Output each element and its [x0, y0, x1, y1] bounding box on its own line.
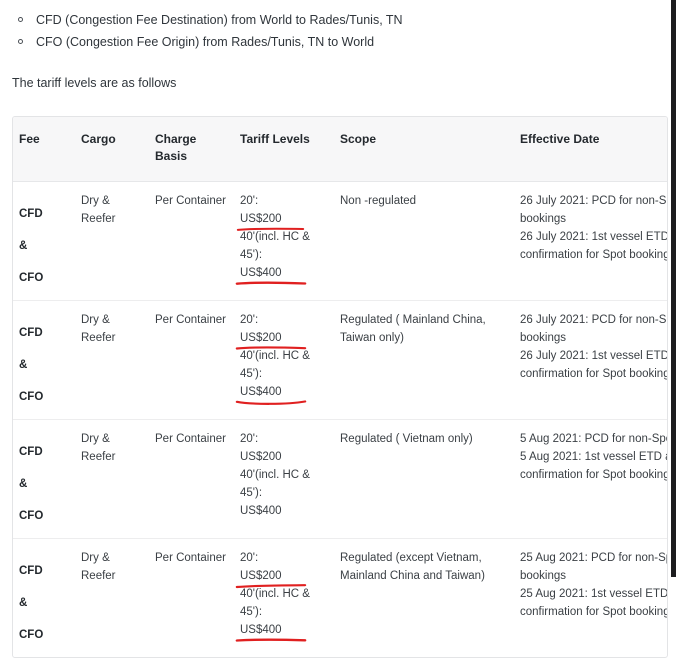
effective-date-line-2: 5 Aug 2021: 1st vessel ETD at booking co…: [520, 451, 667, 481]
table-body: CFD & CFO Dry & Reefer Per Container 20'…: [13, 182, 668, 657]
tariff-40ft-label: 40'(incl. HC & 45'):: [240, 231, 310, 261]
tariff-40ft-value: US$400: [240, 624, 282, 636]
column-header-effective-date: Effective Date: [514, 117, 667, 182]
cell-charge-basis: Per Container: [155, 195, 226, 207]
effective-date-line-1: 5 Aug 2021: PCD for non-Spot bookings: [520, 433, 667, 445]
document-page: CFD (Congestion Fee Destination) from Wo…: [0, 0, 670, 658]
cell-tariff-levels: 20': US$200 40'(incl. HC & 45'): US$400: [234, 419, 334, 539]
red-underline-annotation: [235, 638, 307, 643]
fee-code-primary: CFD: [19, 565, 43, 577]
tariff-40ft-label: 40'(incl. HC & 45'):: [240, 350, 310, 380]
cell-fee: CFD & CFO: [13, 300, 75, 420]
list-item: CFD (Congestion Fee Destination) from Wo…: [0, 9, 670, 31]
red-underline-annotation: [235, 281, 307, 286]
cell-scope: Non -regulated: [340, 195, 417, 207]
tariff-20ft-value-annotated: US$200: [235, 567, 307, 589]
fee-code-conjunction: &: [19, 240, 28, 252]
tariff-20ft-label: 20':: [240, 433, 259, 445]
fee-code-secondary: CFO: [19, 391, 44, 403]
effective-date-line-1: 25 Aug 2021: PCD for non-Spot bookings: [520, 552, 668, 582]
fee-code-conjunction: &: [19, 359, 28, 371]
column-header-fee: Fee: [13, 117, 75, 182]
column-header-charge-basis: Charge Basis: [149, 117, 234, 182]
tariff-20ft-value: US$200: [240, 570, 282, 582]
cell-effective-date: 5 Aug 2021: PCD for non-Spot bookings 5 …: [514, 419, 667, 539]
tariff-40ft-value: US$400: [240, 386, 282, 398]
effective-date-line-1: 26 July 2021: PCD for non-Spot bookings: [520, 314, 668, 344]
cell-scope: Regulated (except Vietnam, Mainland Chin…: [334, 538, 514, 657]
cell-charge-basis: Per Container: [149, 538, 234, 657]
cell-scope: Regulated ( Vietnam only): [334, 419, 514, 539]
tariff-40ft-value: US$400: [240, 267, 282, 279]
table-row: CFD & CFO Dry & Reefer Per Container 20'…: [13, 182, 668, 301]
cell-cargo: Dry & Reefer: [81, 195, 116, 225]
tariff-20ft-label: 20':: [240, 195, 259, 207]
effective-date-line-2: 26 July 2021: 1st vessel ETD at booking …: [520, 231, 668, 261]
table-row: CFD & CFO Dry & Reefer Per Container 20'…: [13, 419, 667, 539]
cell-fee: CFD & CFO: [13, 182, 75, 301]
tariff-40ft-value-annotated: US$400: [235, 621, 307, 642]
tariff-40ft-label: 40'(incl. HC & 45'):: [240, 469, 310, 499]
effective-date-line-1: 26 July 2021: PCD for non-Spot bookings: [520, 195, 668, 225]
tariff-20ft-value: US$200: [240, 451, 282, 463]
fee-code-conjunction: &: [19, 597, 28, 609]
lead-paragraph: The tariff levels are as follows: [12, 76, 177, 90]
fee-definition-list: CFD (Congestion Fee Destination) from Wo…: [0, 0, 670, 53]
cell-fee: CFD & CFO: [13, 538, 75, 657]
tariff-40ft-value-annotated: US$400: [235, 264, 307, 285]
tariff-20ft-value: US$200: [240, 332, 282, 344]
tariff-table: Fee Cargo Charge Basis Tariff Levels Sco…: [13, 117, 668, 657]
column-header-scope: Scope: [334, 117, 514, 182]
table-row: CFD & CFO Dry & Reefer Per Container 20'…: [13, 538, 668, 657]
tariff-20ft-value: US$200: [240, 213, 282, 225]
effective-date-line-2: 26 July 2021: 1st vessel ETD at booking …: [520, 350, 668, 380]
tariff-40ft-label: 40'(incl. HC & 45'):: [240, 588, 310, 618]
list-item-label: CFO (Congestion Fee Origin) from Rades/T…: [36, 35, 375, 49]
effective-date-line-2: 25 Aug 2021: 1st vessel ETD at booking c…: [520, 588, 668, 618]
fee-code-primary: CFD: [19, 208, 43, 220]
bullet-circle-icon: [18, 39, 23, 44]
fee-code-conjunction: &: [19, 478, 28, 490]
cell-cargo: Dry & Reefer: [75, 300, 149, 420]
cell-fee: CFD & CFO: [13, 419, 75, 539]
column-header-cargo: Cargo: [75, 117, 149, 182]
cell-tariff-levels: 20': US$200 40'(incl. HC & 45'): US$400: [234, 538, 334, 657]
table-header-row: Fee Cargo Charge Basis Tariff Levels Sco…: [13, 117, 667, 182]
tariff-20ft-label: 20':: [240, 314, 259, 326]
list-item-label: CFD (Congestion Fee Destination) from Wo…: [36, 13, 403, 27]
cell-tariff-levels: 20': US$200 40'(incl. HC & 45'): US$400: [234, 300, 334, 420]
table-row: CFD & CFO Dry & Reefer Per Container 20'…: [13, 300, 668, 420]
table-header: Fee Cargo Charge Basis Tariff Levels Sco…: [13, 117, 667, 182]
cell-cargo: Dry & Reefer: [75, 538, 149, 657]
fee-code-primary: CFD: [19, 327, 43, 339]
cell-charge-basis: Per Container: [149, 419, 234, 539]
tariff-20ft-value-annotated: US$200: [235, 329, 307, 350]
column-header-tariff-levels: Tariff Levels: [234, 117, 334, 182]
tariff-20ft-value-annotated: US$200: [236, 210, 305, 231]
cell-tariff-levels: 20': US$200 40'(incl. HC & 45'): US$400: [234, 182, 334, 301]
tariff-40ft-value: US$400: [240, 505, 282, 517]
cell-effective-date: 26 July 2021: PCD for non-Spot bookings …: [514, 300, 668, 420]
right-edge-strip: [671, 0, 676, 577]
cell-charge-basis: Per Container: [149, 300, 234, 420]
red-underline-annotation: [235, 400, 307, 405]
tariff-20ft-label: 20':: [240, 552, 259, 564]
cell-scope: Regulated ( Mainland China, Taiwan only): [334, 300, 514, 420]
fee-code-primary: CFD: [19, 446, 43, 458]
cell-cargo: Dry & Reefer: [75, 419, 149, 539]
fee-code-secondary: CFO: [19, 272, 44, 284]
bullet-circle-icon: [18, 17, 23, 22]
tariff-40ft-value-annotated: US$400: [235, 383, 307, 405]
cell-effective-date: 25 Aug 2021: PCD for non-Spot bookings 2…: [514, 538, 668, 657]
cell-effective-date: 26 July 2021: PCD for non-Spot bookings …: [514, 182, 668, 301]
list-item: CFO (Congestion Fee Origin) from Rades/T…: [0, 31, 670, 53]
fee-code-secondary: CFO: [19, 629, 44, 641]
fee-code-secondary: CFO: [19, 510, 44, 522]
